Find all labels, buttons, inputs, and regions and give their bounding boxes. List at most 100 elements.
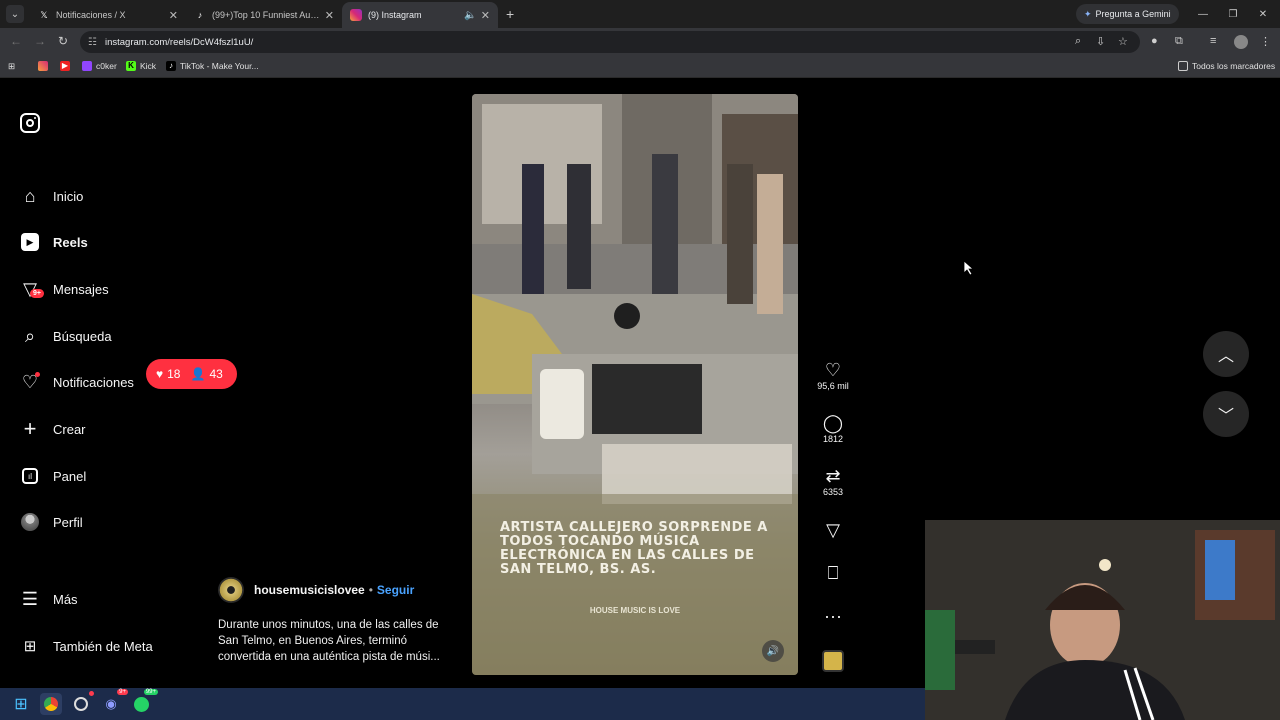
tiktok-icon: ♪ bbox=[197, 10, 203, 20]
close-icon[interactable]: ✕ bbox=[169, 9, 178, 22]
sidebar-item-panel[interactable]: ıl Panel bbox=[20, 464, 86, 488]
url-bar[interactable]: ☷ instagram.com/reels/DcW4fszl1uU/ bbox=[80, 31, 1140, 53]
heart-filled-icon: ♥ bbox=[156, 367, 164, 381]
author-name[interactable]: housemusicislovee bbox=[254, 583, 365, 597]
all-bookmarks[interactable]: Todos los marcadores bbox=[1178, 61, 1275, 71]
close-window-button[interactable]: ✕ bbox=[1248, 0, 1278, 28]
bookmark-youtube[interactable]: ▶ bbox=[60, 61, 74, 71]
extension-icon[interactable]: ● bbox=[1151, 35, 1158, 47]
puzzle-icon[interactable]: ⧉ bbox=[1175, 35, 1183, 48]
bookmark-instagram[interactable] bbox=[38, 61, 52, 71]
tab-tiktok[interactable]: ♪ (99+)Top 10 Funniest Aura Loss ✕ bbox=[186, 2, 342, 28]
twitch-icon bbox=[82, 61, 92, 71]
speaker-icon[interactable]: 🔈 bbox=[464, 10, 476, 21]
windows-start-icon[interactable]: ⊞ bbox=[10, 693, 32, 715]
sidebar-item-mensajes[interactable]: ▽ 9+ Mensajes bbox=[20, 277, 109, 301]
url-text: instagram.com/reels/DcW4fszl1uU/ bbox=[104, 36, 254, 48]
tab-x[interactable]: 𝕏 Notificaciones / X ✕ bbox=[30, 2, 186, 28]
sidebar-item-crear[interactable]: + Crear bbox=[20, 416, 86, 441]
reel-description[interactable]: Durante unos minutos, una de las calles … bbox=[218, 617, 450, 665]
obs-badge bbox=[89, 691, 94, 696]
sidebar-item-busqueda[interactable]: ⌕ Búsqueda bbox=[20, 324, 112, 348]
folder-icon bbox=[1178, 61, 1188, 71]
reels-icon: ▶ bbox=[20, 232, 40, 252]
install-icon[interactable]: ⇩ bbox=[1096, 35, 1105, 48]
windows-taskbar: ⊞ ◉ 9+ 99+ bbox=[0, 688, 925, 720]
sidebar-item-notificaciones[interactable]: ♡ Notificaciones bbox=[20, 370, 134, 394]
previous-reel-button[interactable]: ︿ bbox=[1203, 331, 1249, 377]
reload-icon[interactable]: ↻ bbox=[58, 34, 68, 48]
sidebar-item-mas[interactable]: ☰ Más bbox=[20, 587, 78, 611]
tab-title: Notificaciones / X bbox=[56, 10, 126, 20]
reel-frame-image bbox=[472, 94, 798, 675]
tab-instagram[interactable]: (9) Instagram 🔈 ✕ bbox=[342, 2, 498, 28]
bookmark-kick[interactable]: K Kick bbox=[126, 61, 156, 71]
audio-avatar[interactable] bbox=[810, 650, 856, 672]
x-logo-icon: 𝕏 bbox=[40, 10, 48, 20]
volume-button[interactable]: 🔊 bbox=[762, 640, 784, 662]
share-button[interactable]: ▽ bbox=[810, 519, 856, 541]
new-tab-button[interactable]: + bbox=[506, 6, 514, 22]
sidebar-item-label: Inicio bbox=[53, 188, 84, 204]
close-icon[interactable]: ✕ bbox=[481, 9, 490, 22]
search-icon: ⌕ bbox=[24, 325, 36, 346]
obs-icon[interactable] bbox=[70, 691, 94, 715]
media-icon[interactable]: ≡ bbox=[1210, 35, 1216, 47]
zoom-icon[interactable]: ⌕ bbox=[1075, 35, 1081, 48]
youtube-icon: ▶ bbox=[60, 61, 70, 71]
reel-video[interactable]: ARTISTA CALLEJERO SORPRENDE A TODOS TOCA… bbox=[472, 94, 798, 675]
more-options-button[interactable]: ··· bbox=[810, 605, 856, 627]
bookmark-tiktok[interactable]: ♪ TikTok - Make Your... bbox=[166, 61, 259, 71]
sidebar-item-label: Reels bbox=[53, 234, 88, 250]
forward-icon[interactable]: → bbox=[34, 34, 46, 48]
tiktok-icon: ♪ bbox=[166, 61, 176, 71]
home-icon: ⌂ bbox=[24, 185, 36, 206]
chart-icon: ıl bbox=[20, 466, 40, 486]
webcam-overlay bbox=[925, 520, 1280, 720]
like-button[interactable]: ♡ 95,6 mil bbox=[810, 359, 856, 391]
whatsapp-icon[interactable]: 99+ bbox=[130, 689, 158, 715]
minimize-button[interactable]: — bbox=[1188, 0, 1218, 28]
reel-author: housemusicislovee • Seguir bbox=[218, 577, 414, 603]
instagram-logo-icon[interactable] bbox=[20, 113, 40, 133]
kebab-menu-icon[interactable]: ⋮ bbox=[1260, 35, 1271, 48]
sidebar-item-reels[interactable]: ▶ Reels bbox=[20, 230, 88, 254]
bookmark-star-icon[interactable]: ☆ bbox=[1118, 35, 1128, 48]
messages-badge: 9+ bbox=[30, 289, 44, 298]
follow-button[interactable]: Seguir bbox=[377, 583, 414, 597]
bookmark-label: c0ker bbox=[96, 61, 117, 71]
sidebar-item-perfil[interactable]: Perfil bbox=[20, 510, 83, 534]
chevron-down-icon: ﹀ bbox=[1217, 408, 1234, 425]
comment-button[interactable]: ◯ 1812 bbox=[810, 412, 856, 444]
tab-title: (9) Instagram bbox=[368, 10, 422, 20]
discord-icon[interactable]: ◉ 9+ bbox=[100, 689, 128, 715]
author-avatar[interactable] bbox=[218, 577, 244, 603]
more-icon: ··· bbox=[824, 606, 842, 626]
repost-button[interactable]: ⇄ 6353 bbox=[810, 465, 856, 497]
apps-grid-icon[interactable]: ⊞ bbox=[8, 61, 15, 72]
next-reel-button[interactable]: ﹀ bbox=[1203, 391, 1249, 437]
sidebar-item-label: Mensajes bbox=[53, 281, 109, 297]
person-icon: 👤 bbox=[190, 367, 206, 381]
whatsapp-badge: 99+ bbox=[143, 689, 158, 695]
sidebar-item-label: Panel bbox=[53, 468, 87, 484]
sidebar-item-label: Búsqueda bbox=[53, 328, 112, 344]
notifications-popup[interactable]: ♥ 18 👤 43 bbox=[146, 359, 237, 389]
reel-overlay-caption: ARTISTA CALLEJERO SORPRENDE A TODOS TOCA… bbox=[500, 520, 768, 577]
profile-avatar[interactable] bbox=[1234, 35, 1248, 49]
close-icon[interactable]: ✕ bbox=[325, 9, 334, 22]
sidebar-item-inicio[interactable]: ⌂ Inicio bbox=[20, 184, 84, 208]
bookmark-c0ker[interactable]: c0ker bbox=[82, 61, 117, 71]
restore-button[interactable]: ❐ bbox=[1218, 0, 1248, 28]
back-icon[interactable]: ← bbox=[10, 34, 22, 48]
save-button[interactable]: ⎕ bbox=[810, 562, 856, 584]
chrome-icon[interactable] bbox=[40, 693, 62, 715]
gemini-button[interactable]: ✦ Pregunta a Gemini bbox=[1076, 4, 1179, 24]
sidebar-item-meta[interactable]: ⊞ También de Meta bbox=[20, 634, 153, 658]
sidebar-item-label: También de Meta bbox=[53, 638, 153, 654]
sidebar-item-label: Crear bbox=[53, 421, 86, 437]
site-info-icon[interactable]: ☷ bbox=[88, 37, 97, 48]
tab-title: (99+)Top 10 Funniest Aura Loss bbox=[212, 10, 321, 20]
tab-search-button[interactable]: ⌄ bbox=[6, 5, 24, 23]
meta-grid-icon: ⊞ bbox=[23, 638, 37, 655]
